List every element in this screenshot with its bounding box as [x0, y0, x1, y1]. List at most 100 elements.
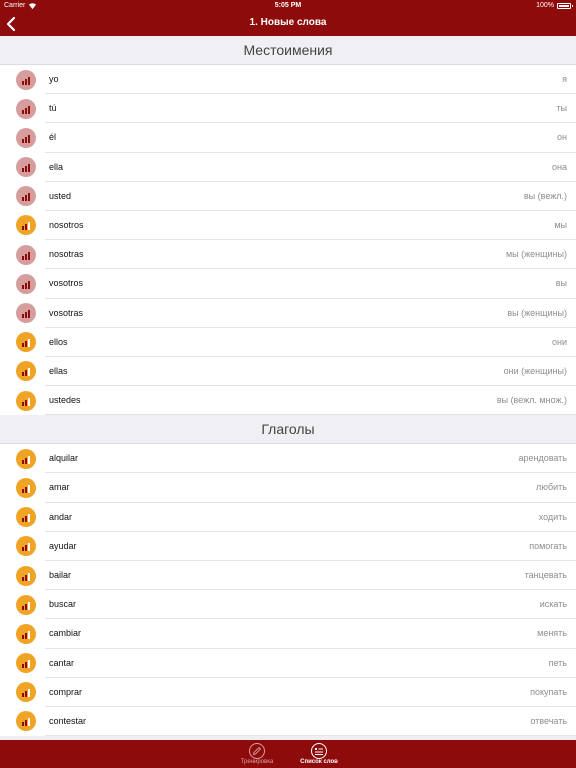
list-item[interactable]: ustedes вы (вежл. множ.): [0, 386, 576, 416]
russian-translation: покупать: [530, 686, 567, 697]
list-item[interactable]: bailar танцевать: [0, 561, 576, 591]
tab-training[interactable]: Тренировка: [227, 740, 287, 768]
spanish-word: él: [49, 132, 57, 143]
progress-badge-icon: [16, 711, 36, 732]
russian-translation: вы: [555, 278, 567, 289]
spanish-word: usted: [49, 190, 72, 201]
spanish-word: ellos: [49, 336, 68, 347]
list-item[interactable]: él он: [0, 123, 576, 153]
russian-translation: менять: [537, 628, 567, 639]
russian-translation: искать: [539, 599, 567, 610]
spanish-word: contestar: [49, 715, 87, 726]
list-item[interactable]: cantar петь: [0, 648, 576, 678]
list-item[interactable]: nosotros мы: [0, 210, 576, 241]
russian-translation: мы: [554, 219, 567, 230]
progress-badge-icon: [16, 390, 36, 411]
list-circle-icon: [311, 743, 327, 759]
battery-percent: 100%: [536, 2, 554, 9]
list-item[interactable]: vosotros вы: [0, 269, 576, 299]
spanish-word: alquilar: [49, 453, 79, 464]
list-item[interactable]: cambiar менять: [0, 619, 576, 649]
progress-badge-icon: [16, 477, 36, 498]
progress-badge-icon: [16, 594, 36, 615]
progress-badge-icon: [16, 623, 36, 644]
page-title: 1. Новые слова: [249, 17, 327, 28]
nav-bar: 1. Новые слова: [0, 12, 576, 36]
progress-badge-icon: [16, 98, 36, 119]
list-item[interactable]: ellos они: [0, 327, 576, 358]
list-item[interactable]: usted вы (вежл.): [0, 181, 576, 212]
progress-badge-icon: [16, 332, 36, 353]
progress-badge-icon: [16, 244, 36, 265]
russian-translation: вы (вежл.): [523, 190, 567, 201]
russian-translation: она: [552, 161, 567, 172]
progress-badge-icon: [16, 536, 36, 557]
list-item[interactable]: yo я: [0, 65, 576, 95]
spanish-word: comprar: [49, 686, 83, 697]
spanish-word: cantar: [49, 657, 75, 668]
list-item[interactable]: andar ходить: [0, 502, 576, 533]
russian-translation: любить: [536, 482, 567, 493]
pencil-circle-icon: [249, 743, 265, 759]
spanish-word: nosotros: [49, 219, 84, 230]
spanish-word: ellas: [49, 365, 68, 376]
spanish-word: ayudar: [49, 540, 77, 551]
russian-translation: отвечать: [530, 715, 567, 726]
russian-translation: они (женщины): [503, 365, 567, 376]
progress-badge-icon: [16, 653, 36, 674]
battery-icon: [557, 3, 573, 9]
status-bar: Carrier 5:05 PM 100%: [0, 0, 576, 12]
progress-badge-icon: [16, 273, 36, 294]
progress-badge-icon: [16, 127, 36, 148]
list-item[interactable]: buscar искать: [0, 590, 576, 620]
list-item[interactable]: ella она: [0, 152, 576, 182]
progress-badge-icon: [16, 157, 36, 178]
tab-training-label: Тренировка: [240, 759, 274, 765]
spanish-word: yo: [49, 74, 59, 84]
russian-translation: мы (женщины): [505, 249, 567, 260]
progress-badge-icon: [16, 507, 36, 528]
spanish-word: bailar: [49, 570, 72, 580]
spanish-word: vosotros: [49, 278, 84, 289]
tab-bar: Тренировка Список слов: [0, 740, 576, 768]
progress-badge-icon: [16, 361, 36, 382]
tab-word-list-label: Список слов: [300, 759, 338, 765]
list-item[interactable]: vosotras вы (женщины): [0, 298, 576, 328]
word-list[interactable]: Местоимения yo я tú ты él он ella она usted вы (ве…: [0, 36, 576, 740]
list-item[interactable]: alquilar арендовать: [0, 444, 576, 474]
list-item[interactable]: tú ты: [0, 94, 576, 124]
spanish-word: nosotras: [49, 249, 84, 260]
progress-badge-icon: [16, 69, 36, 90]
list-item[interactable]: contestar отвечать: [0, 706, 576, 737]
list-item[interactable]: ellas они (женщины): [0, 356, 576, 387]
spanish-word: vosotras: [49, 307, 84, 318]
spanish-word: ella: [49, 161, 64, 172]
progress-badge-icon: [16, 186, 36, 207]
spanish-word: buscar: [49, 599, 77, 610]
progress-badge-icon: [16, 565, 36, 586]
russian-translation: петь: [548, 657, 567, 668]
spanish-word: ustedes: [49, 395, 81, 406]
list-item[interactable]: nosotras мы (женщины): [0, 240, 576, 270]
spanish-word: cambiar: [49, 628, 82, 639]
spanish-word: tú: [49, 103, 57, 114]
section-header: Глаголы: [0, 415, 576, 445]
list-item[interactable]: comprar покупать: [0, 677, 576, 708]
russian-translation: они: [551, 336, 567, 347]
spanish-word: andar: [49, 511, 73, 522]
status-time: 5:05 PM: [274, 2, 302, 9]
russian-translation: вы (женщины): [507, 307, 567, 318]
russian-translation: арендовать: [518, 453, 567, 464]
progress-badge-icon: [16, 303, 36, 323]
russian-translation: ты: [556, 103, 567, 114]
list-item[interactable]: amar любить: [0, 473, 576, 503]
list-item[interactable]: ayudar помогать: [0, 531, 576, 562]
russian-translation: ходить: [538, 511, 567, 522]
spanish-word: amar: [49, 482, 70, 493]
russian-translation: помогать: [529, 540, 567, 551]
progress-badge-icon: [16, 215, 36, 236]
section-header: Местоимения: [0, 36, 576, 65]
progress-badge-icon: [16, 682, 36, 703]
tab-word-list[interactable]: Список слов: [289, 740, 349, 768]
progress-badge-icon: [16, 448, 36, 469]
